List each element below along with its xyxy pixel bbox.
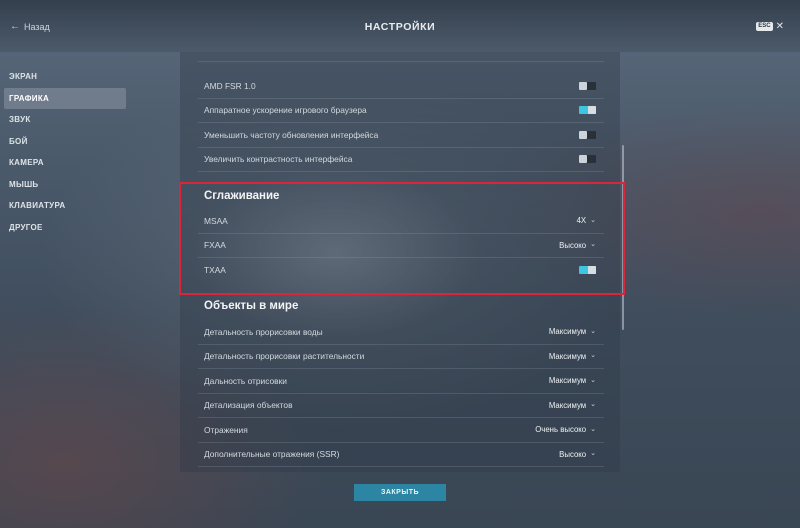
setting-row-reduce-ui-refresh[interactable]: Уменьшить частоту обновления интерфейса <box>198 123 604 148</box>
sidebar-item-keyboard[interactable]: КЛАВИАТУРА <box>4 195 126 217</box>
esc-close-button[interactable]: ESC ✕ <box>756 21 784 32</box>
chevron-down-icon: ⌄ <box>590 401 596 409</box>
dropdown-object-detail[interactable]: Максимум ⌄ <box>549 401 596 410</box>
sidebar-item-camera[interactable]: КАМЕРА <box>4 152 126 174</box>
setting-label: AMD FSR 1.0 <box>204 80 256 91</box>
chevron-down-icon: ⌄ <box>590 425 596 433</box>
dropdown-value: Высоко <box>559 449 587 459</box>
toggle-switch-off[interactable] <box>579 155 596 164</box>
chevron-down-icon: ⌄ <box>590 327 596 335</box>
dropdown-reflections[interactable]: Очень высоко ⌄ <box>535 425 596 434</box>
setting-row-ssr[interactable]: Дополнительные отражения (SSR) Высоко ⌄ <box>198 443 604 467</box>
setting-row-amd-fsr[interactable]: AMD FSR 1.0 <box>198 74 604 99</box>
setting-row-water-detail[interactable]: Детальность прорисовки воды Максимум ⌄ <box>198 320 604 345</box>
setting-row-object-detail[interactable]: Детализация объектов Максимум ⌄ <box>198 394 604 418</box>
setting-label: Дополнительные отражения (SSR) <box>204 449 340 460</box>
setting-row-ui-contrast[interactable]: Увеличить контрастность интерфейса <box>198 148 604 172</box>
setting-label: Аппаратное ускорение игрового браузера <box>204 105 367 116</box>
dropdown-draw-distance[interactable]: Максимум ⌄ <box>549 376 596 385</box>
setting-label: Детальность прорисовки воды <box>204 326 323 337</box>
setting-label: Детальность прорисовки растительности <box>204 351 365 362</box>
toggle-switch-on[interactable] <box>579 106 596 115</box>
dropdown-value: Максимум <box>548 376 587 386</box>
dropdown-value: Максимум <box>548 400 587 410</box>
dropdown-value: Максимум <box>548 327 587 337</box>
close-icon: ✕ <box>775 21 784 32</box>
setting-row-reflections[interactable]: Отражения Очень высоко ⌄ <box>198 418 604 443</box>
setting-label: Отражения <box>204 424 248 435</box>
setting-row-browser-acceleration[interactable]: Аппаратное ускорение игрового браузера <box>198 99 604 123</box>
section-title-world-objects: Объекты в мире <box>204 300 299 312</box>
dropdown-water-detail[interactable]: Максимум ⌄ <box>549 327 596 336</box>
chevron-down-icon: ⌄ <box>590 450 596 458</box>
setting-label: Детализация объектов <box>204 400 293 411</box>
sidebar-item-graphics[interactable]: ГРАФИКА <box>4 87 126 109</box>
setting-label: Уменьшить частоту обновления интерфейса <box>204 129 379 140</box>
sidebar-item-sound[interactable]: ЗВУК <box>4 109 126 131</box>
setting-row-vegetation-detail[interactable]: Детальность прорисовки растительности Ма… <box>198 345 604 369</box>
sidebar-item-screen[interactable]: ЭКРАН <box>4 66 126 88</box>
setting-row-draw-distance[interactable]: Дальность отрисовки Максимум ⌄ <box>198 369 604 394</box>
chevron-down-icon: ⌄ <box>590 352 596 360</box>
chevron-down-icon: ⌄ <box>590 376 596 384</box>
sidebar-item-mouse[interactable]: МЫШЬ <box>4 174 126 196</box>
dropdown-vegetation-detail[interactable]: Максимум ⌄ <box>549 352 596 361</box>
highlight-frame <box>179 182 625 295</box>
settings-sidebar: ЭКРАН ГРАФИКА ЗВУК БОЙ КАМЕРА МЫШЬ КЛАВИ… <box>4 66 126 238</box>
dropdown-ssr[interactable]: Высоко ⌄ <box>559 450 596 459</box>
toggle-switch-off[interactable] <box>579 81 596 90</box>
setting-label: Увеличить контрастность интерфейса <box>204 154 353 165</box>
dropdown-value: Максимум <box>548 351 587 361</box>
close-button[interactable]: ЗАКРЫТЬ <box>354 484 446 501</box>
dropdown-value: Очень высоко <box>535 425 587 435</box>
esc-key-badge: ESC <box>756 22 773 31</box>
setting-label: Дальность отрисовки <box>204 375 287 386</box>
sidebar-item-battle[interactable]: БОЙ <box>4 131 126 153</box>
scrolled-row-fragment <box>198 52 604 62</box>
page-title: НАСТРОЙКИ <box>364 21 436 33</box>
toggle-switch-off[interactable] <box>579 130 596 139</box>
sidebar-item-other[interactable]: ДРУГОЕ <box>4 217 126 239</box>
